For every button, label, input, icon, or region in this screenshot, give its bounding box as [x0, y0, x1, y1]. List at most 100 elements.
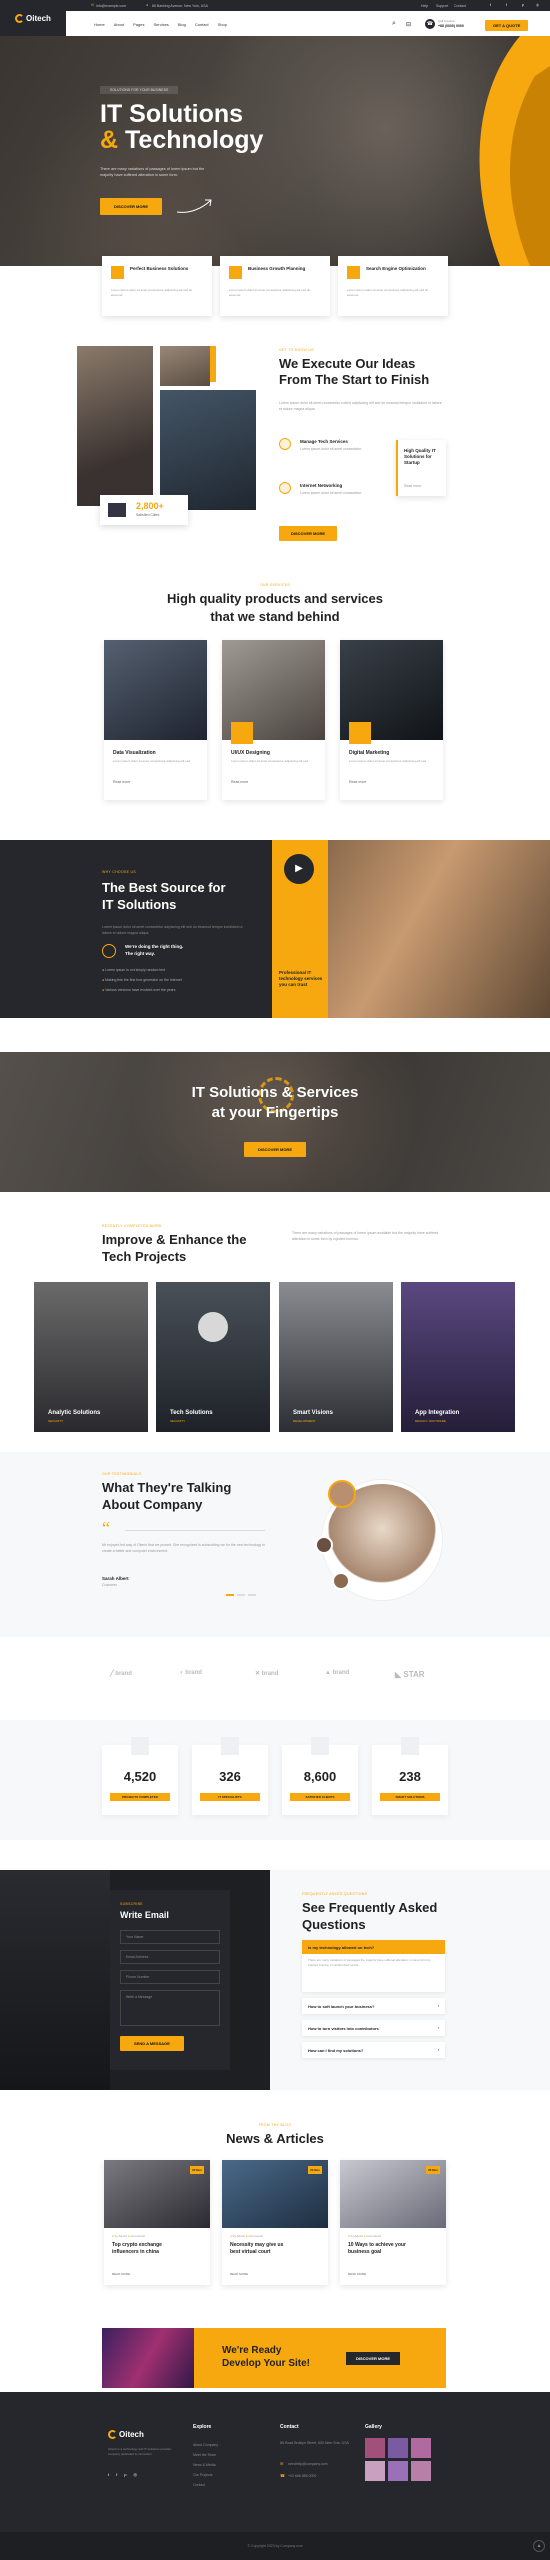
footer-link[interactable]: Our Projects	[193, 2470, 218, 2480]
service-link[interactable]: Read more	[113, 780, 130, 784]
quote-button[interactable]: GET A QUOTE	[485, 20, 529, 31]
faq-item[interactable]: How to turn visitors into contributors ›	[302, 2020, 445, 2036]
service-link[interactable]: Read more	[349, 780, 366, 784]
cta-button[interactable]: DISCOVER MORE	[346, 2352, 401, 2365]
faq-question[interactable]: Is my technology allowed on tech?	[302, 1940, 445, 1954]
gallery-thumb[interactable]	[411, 2461, 431, 2481]
about-title: We Execute Our Ideas From The Start to F…	[279, 356, 430, 387]
news-card[interactable]: 20 Nov ● by Admin ● Comments Top crypto …	[104, 2160, 210, 2285]
banner-cta-button[interactable]: DISCOVER MORE	[243, 1142, 306, 1157]
twitter-icon[interactable]: t	[108, 2472, 109, 2477]
gallery-thumb[interactable]	[411, 2438, 431, 2458]
nav-pages[interactable]: Pages	[133, 22, 144, 27]
nav-shop[interactable]: Shop	[218, 22, 227, 27]
pinterest-icon[interactable]: p	[124, 2472, 126, 2477]
comment-icon: ●	[127, 2234, 130, 2238]
footer-link[interactable]: News & Media	[193, 2460, 218, 2470]
counter-value: 238	[399, 1769, 421, 1784]
comment-icon: ●	[245, 2234, 248, 2238]
nav-home[interactable]: Home	[94, 22, 105, 27]
nav-services[interactable]: Services	[153, 22, 168, 27]
logo-block[interactable]: Oitech	[0, 0, 66, 36]
robot-icon	[198, 1312, 228, 1342]
news-headline-line1[interactable]: 10 Ways to achieve your	[348, 2242, 406, 2248]
service-card[interactable]: Data Visualization Lorem ipsum dolor sit…	[104, 640, 207, 800]
nav-about[interactable]: About	[114, 22, 124, 27]
project-card[interactable]: Tech Solutions SECURITY	[156, 1282, 270, 1432]
highlight-link[interactable]: Read more	[404, 484, 421, 488]
testimonial-title-line2: About Company	[102, 1497, 203, 1512]
project-card[interactable]: Analytic Solutions SECURITY	[34, 1282, 148, 1432]
topbar-link-help[interactable]: Help	[421, 4, 428, 8]
faq-tag: FREQUENTLY ASKED QUESTIONS	[302, 1892, 368, 1896]
news-headline-line2[interactable]: best virtual court	[230, 2249, 271, 2255]
news-headline-line2[interactable]: business goal	[348, 2249, 381, 2255]
service-card[interactable]: UI/UX Designing Lorem ipsum dolor sit am…	[222, 640, 325, 800]
news-read-more[interactable]: READ MORE	[348, 2272, 366, 2276]
news-read-more[interactable]: READ MORE	[112, 2272, 130, 2276]
topbar-email[interactable]: info@example.com	[96, 4, 126, 8]
gallery-thumb[interactable]	[388, 2461, 408, 2481]
faq-item[interactable]: How can I find my solutions? ›	[302, 2042, 445, 2058]
email-field[interactable]: Email Address	[120, 1950, 220, 1964]
topbar-link-support[interactable]: Support	[436, 4, 448, 8]
footer-email[interactable]: needhelp@company.com	[288, 2462, 327, 2466]
feature-card[interactable]: Perfect Business Solutions Lorem ipsum d…	[102, 256, 212, 316]
news-card[interactable]: 20 Nov ● by Admin ● Comments 10 Ways to …	[340, 2160, 446, 2285]
about-cta-button[interactable]: DISCOVER MORE	[279, 526, 338, 541]
service-text: Lorem ipsum dolor sit amet consectetur a…	[231, 759, 309, 763]
footer-logo[interactable]: Oitech	[119, 2430, 144, 2439]
faq-item-open[interactable]: Is my technology allowed on tech? There …	[302, 1940, 445, 1992]
send-message-button[interactable]: SEND A MESSAGE	[120, 2036, 184, 2051]
clients-icon	[311, 1737, 329, 1755]
footer-link[interactable]: Meet the Team	[193, 2450, 218, 2460]
news-card[interactable]: 20 Nov ● by Admin ● Comments Necessity m…	[222, 2160, 328, 2285]
slider-dots[interactable]	[226, 1594, 256, 1596]
service-link[interactable]: Read more	[231, 780, 248, 784]
avatar[interactable]	[315, 1536, 333, 1554]
cart-icon[interactable]: ⊟	[406, 21, 411, 28]
client-avatar	[108, 503, 126, 517]
twitter-icon[interactable]: t	[490, 3, 491, 7]
gallery-thumb[interactable]	[365, 2461, 385, 2481]
topbar-link-contact[interactable]: Contact	[454, 4, 466, 8]
feature-card[interactable]: Business Growth Planning Lorem ipsum dol…	[220, 256, 330, 316]
scroll-top-icon[interactable]: ▲	[533, 2540, 545, 2552]
avatar[interactable]	[328, 1480, 356, 1508]
why-list-item: ● Making this the first true generator o…	[102, 978, 182, 982]
nav-contact[interactable]: Contact	[195, 22, 209, 27]
name-field[interactable]: Your Name	[120, 1930, 220, 1944]
news-read-more[interactable]: READ MORE	[230, 2272, 248, 2276]
message-field[interactable]: Write a Message	[120, 1990, 220, 2026]
footer-link[interactable]: Contact	[193, 2480, 218, 2490]
play-button-icon[interactable]: ▶	[284, 854, 314, 884]
phone-number[interactable]: +88 (0000) 0000	[438, 24, 464, 28]
service-card[interactable]: Digital Marketing Lorem ipsum dolor sit …	[340, 640, 443, 800]
gallery-thumb[interactable]	[388, 2438, 408, 2458]
gallery-thumb[interactable]	[365, 2438, 385, 2458]
news-headline-line1[interactable]: Necessity may give us	[230, 2242, 283, 2248]
project-card[interactable]: App Integration DESIGN / SOFTWARE	[401, 1282, 515, 1432]
instagram-icon[interactable]: ◎	[536, 3, 539, 7]
news-date: 20 Nov	[190, 2166, 204, 2174]
footer-link[interactable]: About Company	[193, 2440, 218, 2450]
projects-text: There are many variations of passages of…	[292, 1231, 439, 1241]
instagram-icon[interactable]: ◎	[133, 2472, 137, 2477]
news-headline-line2[interactable]: influencers in china	[112, 2249, 159, 2255]
news-headline-line1[interactable]: Top crypto exchange	[112, 2242, 162, 2248]
nav-blog[interactable]: Blog	[178, 22, 186, 27]
avatar[interactable]	[332, 1572, 350, 1590]
project-card[interactable]: Smart Visions DEVELOPMENT	[279, 1282, 393, 1432]
hero-cta-button[interactable]: DISCOVER MORE	[100, 198, 163, 215]
facebook-icon[interactable]: f	[116, 2472, 117, 2477]
feature-card[interactable]: Search Engine Optimization Lorem ipsum d…	[338, 256, 448, 316]
email-icon: ✉	[280, 2461, 284, 2466]
footer-phone[interactable]: +92 666 888 0000	[288, 2474, 316, 2478]
footer-contact-title: Contact	[280, 2424, 299, 2430]
faq-item[interactable]: How to soft launch your business? ›	[302, 1998, 445, 2014]
search-icon[interactable]: ⌕	[392, 20, 396, 28]
facebook-icon[interactable]: f	[506, 3, 507, 7]
growth-icon	[229, 266, 242, 279]
phone-field[interactable]: Phone Number	[120, 1970, 220, 1984]
pinterest-icon[interactable]: p	[522, 3, 524, 7]
